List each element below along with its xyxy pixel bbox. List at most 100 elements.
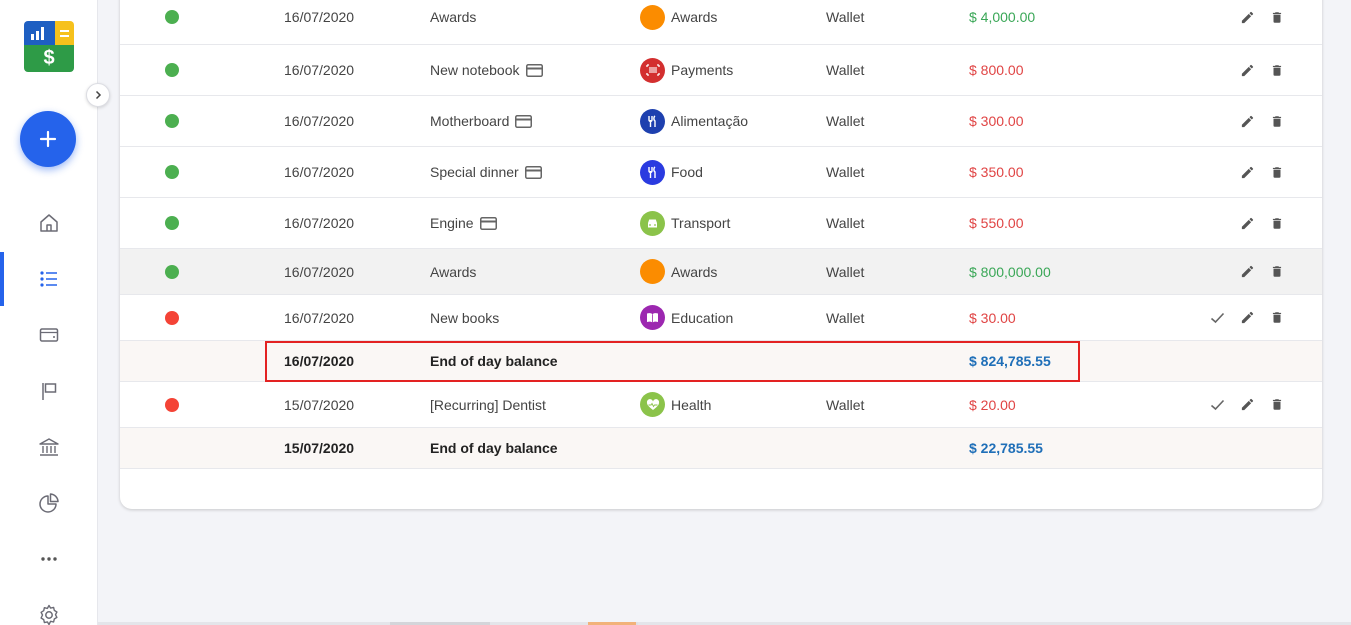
transaction-category: Education — [640, 295, 733, 340]
trash-icon — [1272, 312, 1282, 323]
nav-accounts[interactable] — [0, 308, 98, 362]
bank-icon — [39, 438, 59, 456]
transaction-description: Awards — [430, 263, 477, 280]
transaction-category: Food — [640, 147, 703, 197]
nav-goals[interactable] — [0, 364, 98, 418]
delete-button[interactable] — [1269, 165, 1285, 180]
status-pending-dot[interactable] — [165, 310, 179, 325]
edit-button[interactable] — [1239, 264, 1255, 279]
transaction-row[interactable]: 16/07/2020 Engine Transport Wallet $ 550… — [120, 198, 1322, 249]
transaction-date: 16/07/2020 — [284, 215, 355, 231]
status-paid-dot[interactable] — [165, 165, 179, 179]
nav-home[interactable] — [0, 196, 98, 250]
transaction-row[interactable]: 16/07/2020 Awards Awards Wallet $ 800,00… — [120, 249, 1322, 295]
transaction-date: 16/07/2020 — [284, 113, 355, 129]
more-icon — [41, 557, 57, 561]
transaction-row[interactable]: 15/07/2020 [Recurring] Dentist Health Wa… — [120, 382, 1322, 428]
status-pending-dot[interactable] — [165, 397, 179, 412]
transaction-row[interactable]: 16/07/2020 New books Education Wallet $ … — [120, 295, 1322, 341]
check-icon — [1210, 399, 1224, 410]
trash-icon — [1272, 217, 1282, 229]
logo-symbol: $ — [43, 47, 55, 69]
home-icon — [40, 214, 58, 232]
status-paid-dot[interactable] — [165, 216, 179, 230]
nav-reports[interactable] — [0, 476, 98, 530]
credit-card-icon — [515, 114, 533, 128]
edit-button[interactable] — [1239, 397, 1255, 412]
trash-icon — [1272, 11, 1282, 23]
transaction-category: Health — [640, 382, 711, 427]
transaction-amount: $ 800.00 — [969, 62, 1024, 78]
balance-label: End of day balance — [430, 353, 558, 369]
transaction-category: Transport — [640, 198, 730, 248]
transaction-amount: $ 550.00 — [969, 215, 1024, 231]
sidebar-toggle-button[interactable] — [86, 83, 110, 107]
nav-more[interactable] — [0, 532, 98, 586]
delete-button[interactable] — [1269, 10, 1285, 25]
transaction-account: Wallet — [826, 164, 865, 180]
nav-transactions[interactable] — [0, 252, 98, 306]
edit-button[interactable] — [1239, 114, 1255, 129]
transaction-date: 16/07/2020 — [284, 263, 355, 280]
transaction-account: Wallet — [826, 396, 865, 413]
transaction-account: Wallet — [826, 62, 865, 78]
sidebar: $ — [0, 0, 98, 625]
delete-button[interactable] — [1269, 264, 1285, 279]
check-icon — [1210, 312, 1224, 323]
edit-button[interactable] — [1239, 310, 1255, 325]
status-paid-dot[interactable] — [165, 63, 179, 77]
pencil-icon — [1241, 115, 1253, 127]
transactions-table: 16/07/2020 Awards Awards Wallet $ 4,000.… — [120, 0, 1322, 509]
status-paid-dot[interactable] — [165, 10, 179, 24]
transaction-description: New books — [430, 309, 500, 326]
transaction-description: Motherboard — [430, 96, 533, 146]
pie-chart-icon — [39, 493, 59, 513]
end-of-day-balance-row: 15/07/2020 End of day balance $ 22,785.5… — [120, 428, 1322, 469]
trash-icon — [1272, 166, 1282, 178]
delete-button[interactable] — [1269, 216, 1285, 231]
app-logo[interactable]: $ — [24, 21, 74, 72]
cutlery-icon — [640, 159, 665, 185]
status-paid-dot[interactable] — [165, 114, 179, 128]
transaction-row[interactable]: 16/07/2020 Motherboard Alimentação Walle… — [120, 96, 1322, 147]
status-paid-dot[interactable] — [165, 264, 179, 279]
book-icon — [640, 305, 665, 330]
edit-button[interactable] — [1239, 165, 1255, 180]
trash-icon — [1272, 115, 1282, 127]
credit-card-icon — [524, 165, 542, 179]
pencil-icon — [1241, 11, 1253, 23]
plus-icon — [39, 130, 57, 148]
trash-icon — [1272, 266, 1282, 277]
delete-button[interactable] — [1269, 310, 1285, 325]
end-of-day-balance-row: 16/07/2020 End of day balance $ 824,785.… — [120, 341, 1322, 382]
transaction-account: Wallet — [826, 215, 865, 231]
nav-banks[interactable] — [0, 420, 98, 474]
transaction-amount: $ 300.00 — [969, 113, 1024, 129]
transaction-date: 16/07/2020 — [284, 62, 355, 78]
transaction-amount: $ 800,000.00 — [969, 263, 1051, 280]
edit-button[interactable] — [1239, 63, 1255, 78]
confirm-button[interactable] — [1209, 312, 1225, 324]
transaction-amount: $ 350.00 — [969, 164, 1024, 180]
add-transaction-button[interactable] — [20, 111, 76, 167]
chevron-right-icon — [95, 90, 102, 100]
trash-icon — [1272, 64, 1282, 76]
pencil-icon — [1241, 217, 1253, 229]
delete-button[interactable] — [1269, 397, 1285, 412]
edit-button[interactable] — [1239, 10, 1255, 25]
transaction-row[interactable]: 16/07/2020 Special dinner Food Wallet $ … — [120, 147, 1322, 198]
transaction-row[interactable]: 16/07/2020 New notebook Payments Wallet … — [120, 45, 1322, 96]
category-color-icon — [640, 259, 665, 284]
confirm-button[interactable] — [1209, 399, 1225, 411]
pencil-icon — [1241, 398, 1253, 411]
delete-button[interactable] — [1269, 114, 1285, 129]
nav-settings[interactable] — [0, 588, 98, 625]
delete-button[interactable] — [1269, 63, 1285, 78]
transaction-row[interactable]: 16/07/2020 Awards Awards Wallet $ 4,000.… — [120, 0, 1322, 45]
gear-icon — [40, 604, 58, 625]
transaction-amount: $ 20.00 — [969, 396, 1016, 413]
transaction-amount: $ 30.00 — [969, 309, 1016, 326]
transaction-amount: $ 4,000.00 — [969, 9, 1036, 25]
transaction-description: Awards — [430, 9, 477, 25]
edit-button[interactable] — [1239, 216, 1255, 231]
